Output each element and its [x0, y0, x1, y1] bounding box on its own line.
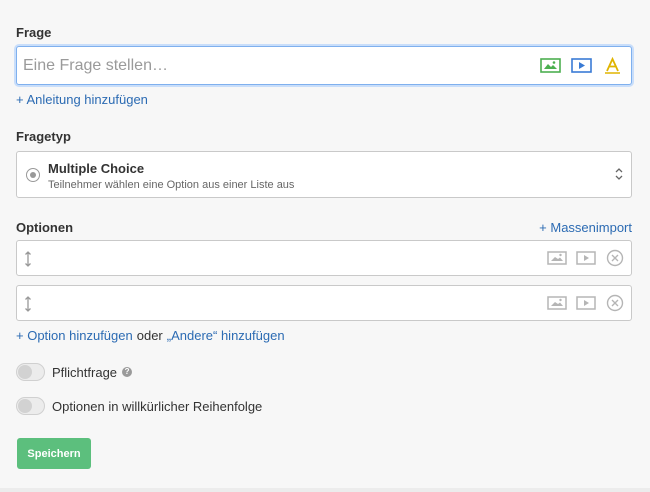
question-type-description: Teilnehmer wählen eine Option aus einer …	[48, 179, 295, 191]
video-icon[interactable]	[576, 294, 596, 312]
drag-handle-icon[interactable]	[24, 295, 32, 313]
question-field[interactable]	[16, 46, 632, 85]
question-label: Frage	[16, 25, 52, 40]
or-text: oder	[136, 328, 163, 343]
option-row	[16, 285, 632, 321]
add-guide-link[interactable]: + Anleitung hinzufügen	[16, 92, 148, 107]
question-type-title: Multiple Choice	[48, 161, 145, 176]
options-label: Optionen	[16, 220, 74, 235]
remove-icon[interactable]	[605, 249, 625, 267]
drag-handle-icon[interactable]	[24, 250, 32, 268]
help-icon[interactable]: ?	[122, 367, 133, 377]
option-icons	[547, 294, 625, 312]
image-icon[interactable]	[547, 249, 567, 267]
question-input[interactable]	[23, 55, 523, 77]
required-label: Pflichtfrage	[52, 364, 118, 380]
required-setting: Pflichtfrage ?	[16, 363, 133, 381]
add-option-link[interactable]: + Option hinzufügen	[16, 328, 133, 343]
image-icon[interactable]	[540, 57, 561, 74]
option-input[interactable]	[39, 293, 539, 313]
random-order-label: Optionen in willkürlicher Reihenfolge	[52, 398, 263, 414]
video-icon[interactable]	[576, 249, 596, 267]
option-input[interactable]	[39, 248, 539, 268]
option-row	[16, 240, 632, 276]
bottom-divider	[0, 488, 650, 492]
image-icon[interactable]	[547, 294, 567, 312]
font-icon[interactable]	[602, 57, 623, 74]
add-other-link[interactable]: „Andere“ hinzufügen	[167, 328, 285, 343]
chevron-up-down-icon	[615, 167, 623, 181]
question-type-select[interactable]: Multiple Choice Teilnehmer wählen eine O…	[16, 151, 632, 198]
random-order-setting: Optionen in willkürlicher Reihenfolge	[16, 397, 262, 415]
video-icon[interactable]	[571, 57, 592, 74]
save-button[interactable]: Speichern	[17, 438, 91, 469]
add-option-line: + Option hinzufügen oder „Andere“ hinzufüg…	[16, 328, 285, 343]
question-media-icons	[540, 57, 623, 74]
required-toggle[interactable]	[16, 363, 45, 381]
remove-icon[interactable]	[605, 294, 625, 312]
bulk-import-link[interactable]: + Massenimport	[539, 220, 632, 235]
option-icons	[547, 249, 625, 267]
random-order-toggle[interactable]	[16, 397, 45, 415]
radio-icon	[26, 168, 40, 182]
question-type-label: Fragetyp	[16, 129, 71, 144]
